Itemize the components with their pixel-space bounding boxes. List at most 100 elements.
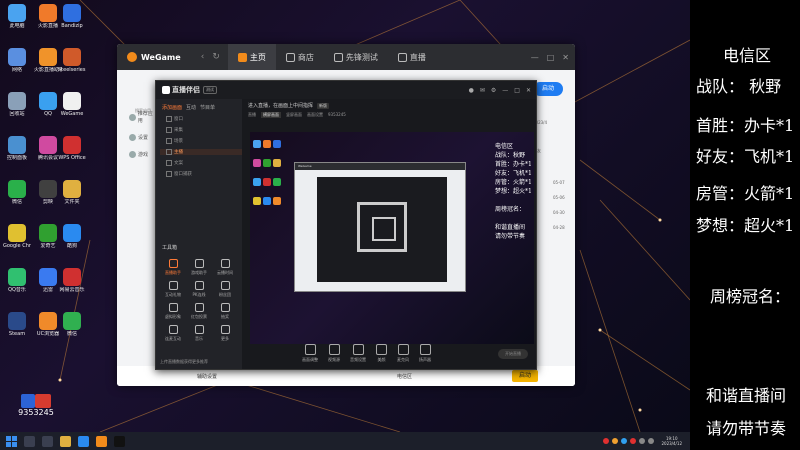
volume-icon[interactable] [639, 438, 646, 444]
source-item[interactable]: 场景 [166, 138, 242, 144]
search-input[interactable]: 搜索应用 [135, 108, 155, 114]
toolbox-item[interactable]: 更多 [214, 325, 236, 342]
desktop-icon-label: Steelseries GG [58, 67, 86, 73]
app-icon [39, 180, 57, 198]
tray-icon[interactable] [603, 438, 610, 444]
desktop-icon[interactable]: Bandizip [58, 4, 86, 29]
app-icon [8, 136, 26, 154]
desktop-icon[interactable]: 回收站 [3, 92, 31, 117]
source-item[interactable]: 采集 [166, 127, 242, 133]
stream-footer-tip[interactable]: 上传直播数据获得更多推荐 [160, 359, 208, 365]
sidebar-item-settings[interactable]: 设置 [129, 134, 157, 141]
source-item-selected[interactable]: 主播 [160, 149, 242, 155]
server-label: 电信区 [397, 373, 413, 380]
subtab[interactable]: 画面设置 [307, 112, 323, 118]
desktop-icon[interactable]: 此电脑 [3, 4, 31, 29]
stream-icon[interactable] [114, 435, 125, 447]
tab-store[interactable]: 商店 [276, 44, 324, 70]
launch-button[interactable]: 启动 [533, 82, 563, 96]
close-icon[interactable]: ✕ [526, 87, 531, 94]
source-item[interactable]: 窗口捕获 [166, 171, 242, 177]
desktop-icon[interactable]: 网络 [3, 48, 31, 73]
wegame-titlebar: WeGame ‹ ↻ 主页 商店 先锋测试 直播 — □ ✕ [117, 44, 575, 70]
avatar[interactable]: ● [469, 87, 474, 94]
network-icon[interactable] [648, 438, 655, 444]
tray-icon[interactable] [612, 438, 619, 444]
explorer-icon[interactable] [60, 435, 71, 447]
tool-icon [220, 325, 230, 334]
assist-settings-link[interactable]: 辅助设置 [197, 373, 217, 380]
subtab[interactable]: 直播 [248, 112, 256, 118]
action-button[interactable]: 画面调整 [302, 344, 318, 363]
desktop-icon[interactable]: WPS Office [58, 136, 86, 161]
edge-icon[interactable] [78, 435, 89, 447]
source-checkbox-icon [166, 116, 172, 122]
tool-icon [168, 259, 178, 268]
toolbox-item[interactable]: 红包投票 [188, 303, 210, 320]
desktop-icon[interactable]: QQ音乐 [3, 268, 31, 293]
app-icon [8, 268, 26, 286]
action-button[interactable]: 音频设置 [350, 344, 366, 363]
preview-text-line: 电信区 [495, 143, 514, 150]
toolbox-item[interactable]: 虚拟形象 [162, 303, 184, 320]
desktop-icon[interactable]: 文件夹 [58, 180, 86, 205]
minimize-icon[interactable]: — [502, 87, 508, 94]
back-arrow-icon[interactable]: ‹ [201, 52, 205, 62]
refresh-icon[interactable]: ↻ [212, 52, 220, 62]
action-button[interactable]: 美颜 [376, 344, 387, 363]
sidebar-item-games[interactable]: 游戏 [129, 151, 157, 158]
search-icon[interactable] [24, 435, 35, 447]
desktop-icon[interactable]: 控制面板 [3, 136, 31, 161]
desktop-icon[interactable]: WeGame [58, 92, 86, 117]
maximize-icon[interactable]: □ [547, 53, 555, 62]
app-icon [129, 113, 136, 121]
subtab-selected[interactable]: 横屏画面 [261, 112, 281, 118]
stream-main: 进入直播，在画面上中间指挥 新版 直播 横屏画面 竖屏画面 画面设置 93532… [242, 99, 536, 369]
go-live-button[interactable]: 开始直播 [498, 349, 528, 359]
tab-interact[interactable]: 互动 [186, 104, 196, 111]
clock[interactable]: 19:10 2023/4/12 [661, 436, 682, 446]
desktop-icon-label: 回收站 [9, 111, 25, 117]
tab-pioneer[interactable]: 先锋测试 [324, 44, 388, 70]
source-item[interactable]: 文案 [166, 160, 242, 166]
subtab[interactable]: 竖屏画面 [286, 112, 302, 118]
toolbox-item[interactable]: 连麦互动 [162, 325, 184, 342]
source-item[interactable]: 窗口 [166, 116, 242, 122]
maximize-icon[interactable]: □ [514, 87, 520, 94]
toolbox-title: 工具箱 [162, 245, 178, 251]
start-game-button[interactable]: 启动 [512, 370, 538, 382]
tab-home[interactable]: 主页 [227, 44, 276, 70]
app-icon [8, 224, 26, 242]
tab-add-scene[interactable]: 添加画面 [162, 104, 182, 111]
desktop-icon[interactable]: 酷狗 [58, 224, 86, 249]
action-button[interactable]: 麦克风 [397, 344, 409, 363]
tray-icon[interactable] [630, 438, 637, 444]
toolbox-item[interactable]: 音乐 [188, 325, 210, 342]
desktop-icon[interactable]: Google Chrome [3, 224, 31, 249]
desktop-icon[interactable]: Steam [3, 312, 31, 337]
taskview-icon[interactable] [42, 435, 53, 447]
toolbox-item[interactable]: PK连线 [188, 281, 210, 298]
message-icon[interactable]: ✉ [480, 87, 485, 94]
tray-icon[interactable] [621, 438, 628, 444]
settings-icon[interactable]: ⚙ [491, 87, 496, 94]
toolbox-item[interactable]: 抽奖 [214, 303, 236, 320]
stream-logo-icon [162, 86, 170, 94]
minimize-icon[interactable]: — [531, 53, 539, 62]
desktop-icon[interactable]: 网易云音乐 [58, 268, 86, 293]
toolbox-item[interactable]: 互动礼物 [162, 281, 184, 298]
toolbox-item[interactable]: 游戏助手 [188, 259, 210, 276]
desktop-icon[interactable]: Steelseries GG [58, 48, 86, 73]
close-icon[interactable]: ✕ [562, 53, 569, 62]
desktop-icon[interactable]: 微信 [58, 312, 86, 337]
toolbox-item[interactable]: 云播时间 [214, 259, 236, 276]
action-button[interactable]: 视频源 [328, 344, 340, 363]
toolbox-item[interactable]: 直播助手 [162, 259, 184, 276]
toolbox-item[interactable]: 粉丝团 [214, 281, 236, 298]
tab-live[interactable]: 直播 [388, 44, 436, 70]
wegame-icon[interactable] [96, 435, 107, 447]
desktop-icon[interactable]: 微信 [3, 180, 31, 205]
action-button[interactable]: 扬声器 [419, 344, 431, 363]
tab-program[interactable]: 节目单 [200, 104, 215, 111]
windows-start-icon[interactable] [6, 435, 17, 447]
